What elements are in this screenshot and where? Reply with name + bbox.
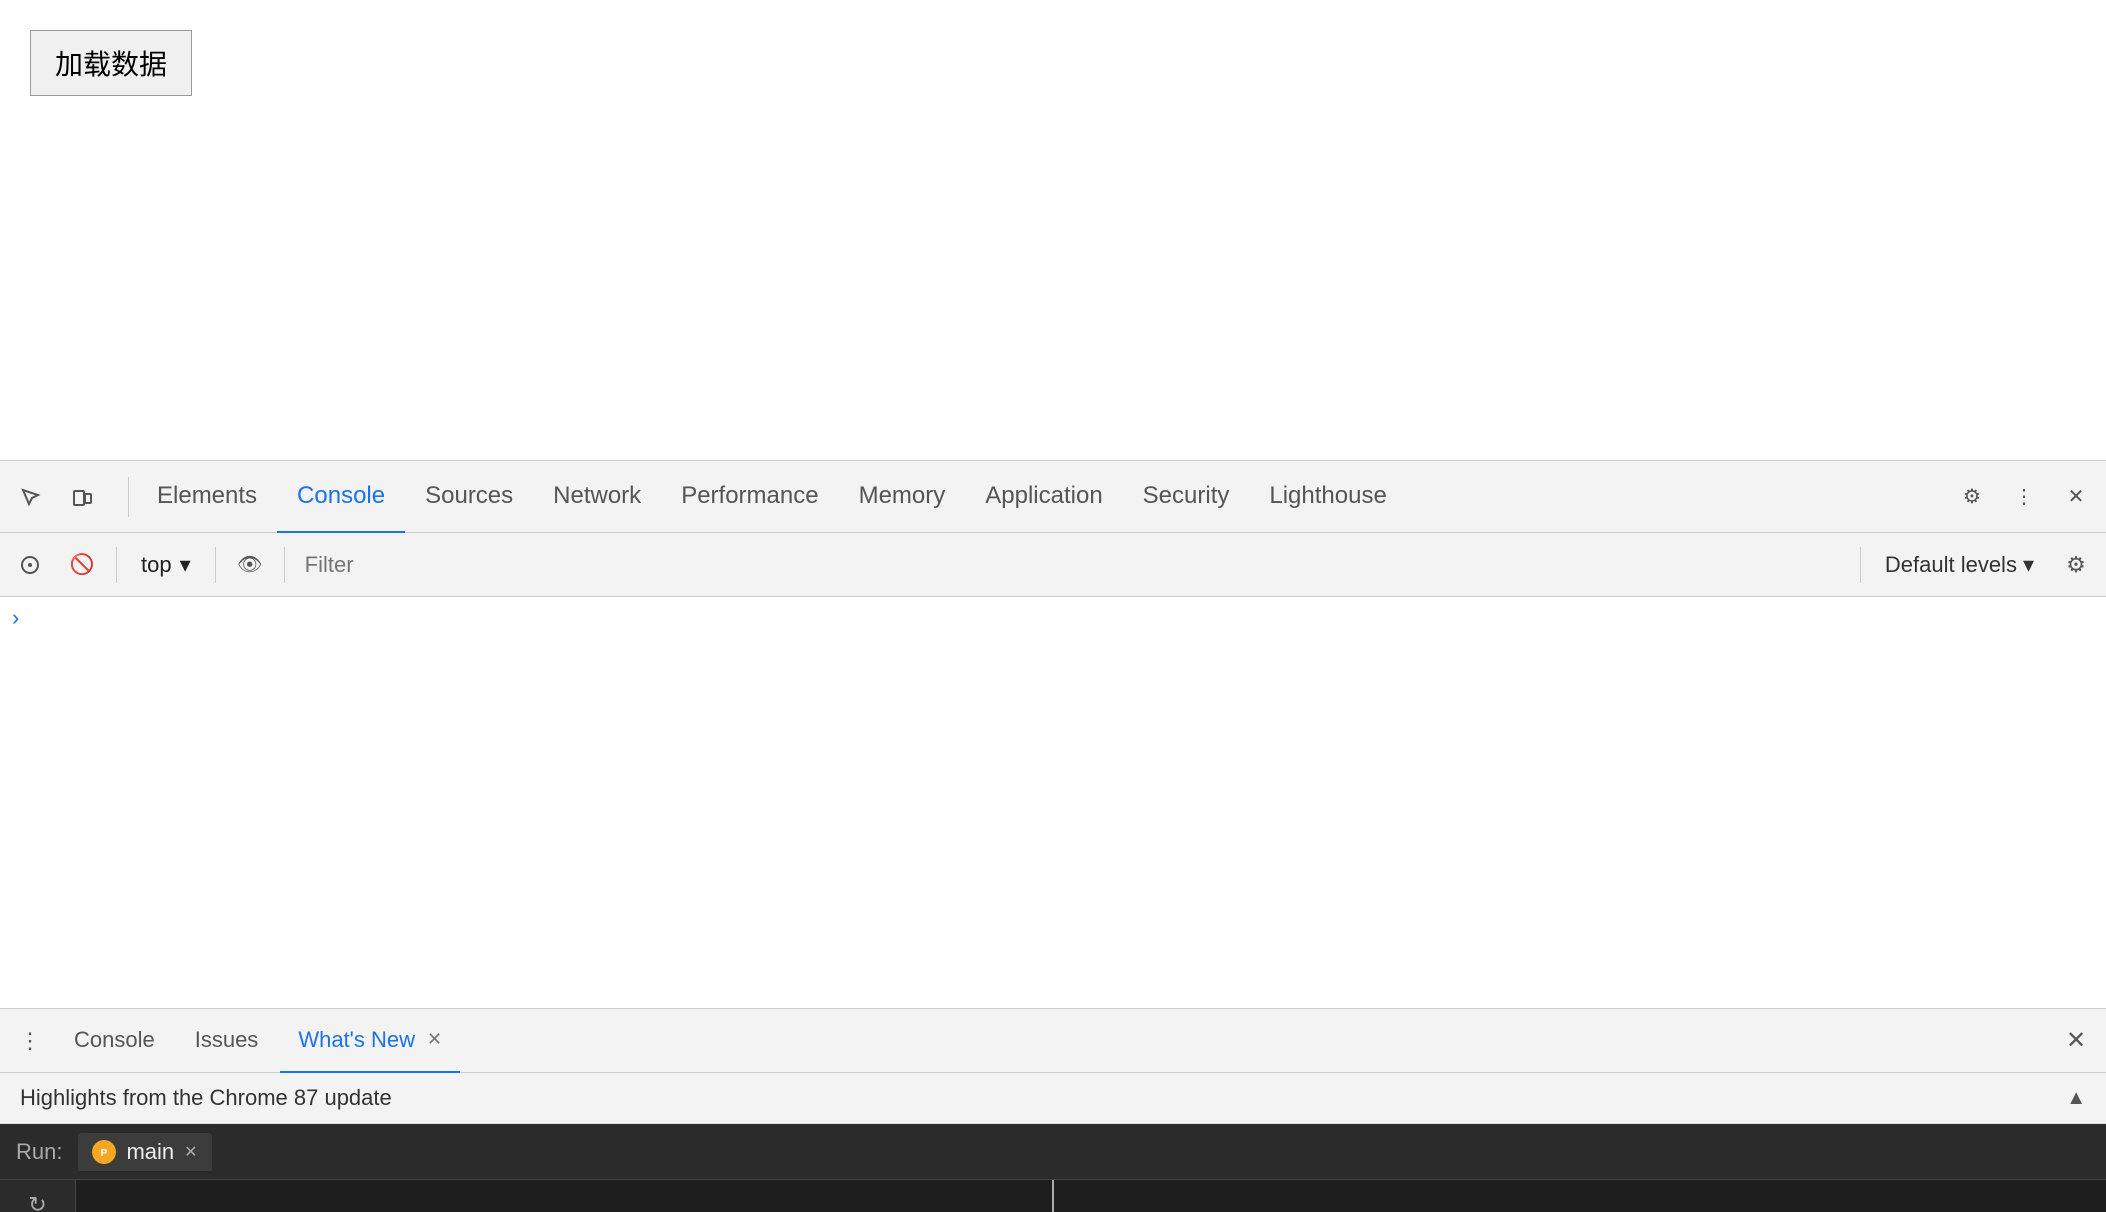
filter-divider [116,547,117,583]
drawer-banner: Highlights from the Chrome 87 update ▲ [0,1073,2106,1124]
device-toggle-icon[interactable] [60,475,104,519]
drawer-menu-icon[interactable]: ⋮ [8,1019,52,1063]
tab-performance[interactable]: Performance [661,461,838,533]
console-toolbar: 🚫 top ▾ 👁 Default levels ▾ ⚙ [0,533,2106,597]
drawer-tab-whats-new[interactable]: What's New ✕ [280,1009,460,1073]
inspect-element-icon[interactable] [8,475,52,519]
tab-lighthouse[interactable]: Lighthouse [1249,461,1406,533]
filter-input[interactable] [297,548,1848,582]
devtools-tab-icons [8,475,104,519]
drawer-close-button[interactable]: ✕ [2054,1019,2098,1063]
tab-memory[interactable]: Memory [839,461,966,533]
eye-icon[interactable]: 👁 [228,543,272,587]
tab-security[interactable]: Security [1123,461,1250,533]
tab-console[interactable]: Console [277,461,405,533]
run-label: Run: [16,1139,62,1165]
drawer-banner-collapse-icon[interactable]: ▲ [2066,1087,2086,1110]
filter-divider-2 [215,547,216,583]
editor-area[interactable]: ↻ ↑ ■ ↓ [0,1180,2106,1212]
tab-application[interactable]: Application [965,461,1122,533]
editor-sidebar: ↻ ↑ ■ ↓ [0,1180,76,1212]
page-content: 加载数据 [0,0,2106,460]
drawer-tabs: ⋮ Console Issues What's New ✕ ✕ [0,1009,2106,1073]
run-tab-main[interactable]: P main ✕ [78,1133,211,1171]
drawer-tab-whats-new-close[interactable]: ✕ [427,1029,442,1050]
console-settings-icon[interactable]: ⚙ [2054,543,2098,587]
svg-text:P: P [101,1148,108,1159]
default-levels-button[interactable]: Default levels ▾ [1873,548,2046,582]
run-tab-close-icon[interactable]: ✕ [184,1142,197,1162]
close-devtools-icon[interactable]: ✕ [2054,475,2098,519]
tab-elements[interactable]: Elements [137,461,277,533]
levels-chevron-icon: ▾ [2023,552,2034,578]
console-content[interactable]: › [0,597,2106,1008]
filter-divider-3 [284,547,285,583]
filter-divider-4 [1860,547,1861,583]
devtools-tab-bar: Elements Console Sources Network Perform… [0,461,2106,533]
refresh-icon[interactable]: ↻ [14,1192,62,1212]
tab-sources[interactable]: Sources [405,461,533,533]
context-select[interactable]: top ▾ [129,548,203,582]
run-tab-label: main [126,1139,174,1165]
more-options-icon[interactable]: ⋮ [2002,475,2046,519]
text-cursor [1052,1180,1054,1212]
console-arrow[interactable]: › [8,601,23,634]
bottom-drawer: ⋮ Console Issues What's New ✕ ✕ Highligh… [0,1008,2106,1212]
chevron-down-icon: ▾ [180,552,191,578]
create-live-expression-icon[interactable] [8,543,52,587]
python-icon: P [92,1140,116,1164]
run-bar: Run: P main ✕ [0,1124,2106,1180]
settings-icon[interactable]: ⚙ [1950,475,1994,519]
drawer-tab-issues[interactable]: Issues [177,1009,277,1073]
load-data-button[interactable]: 加载数据 [30,30,192,96]
drawer-tab-console[interactable]: Console [56,1009,173,1073]
tab-network[interactable]: Network [533,461,661,533]
devtools-panel: Elements Console Sources Network Perform… [0,460,2106,1212]
devtools-tabs-right: ⚙ ⋮ ✕ [1950,475,2098,519]
tab-separator [128,477,129,517]
clear-console-icon[interactable]: 🚫 [60,543,104,587]
